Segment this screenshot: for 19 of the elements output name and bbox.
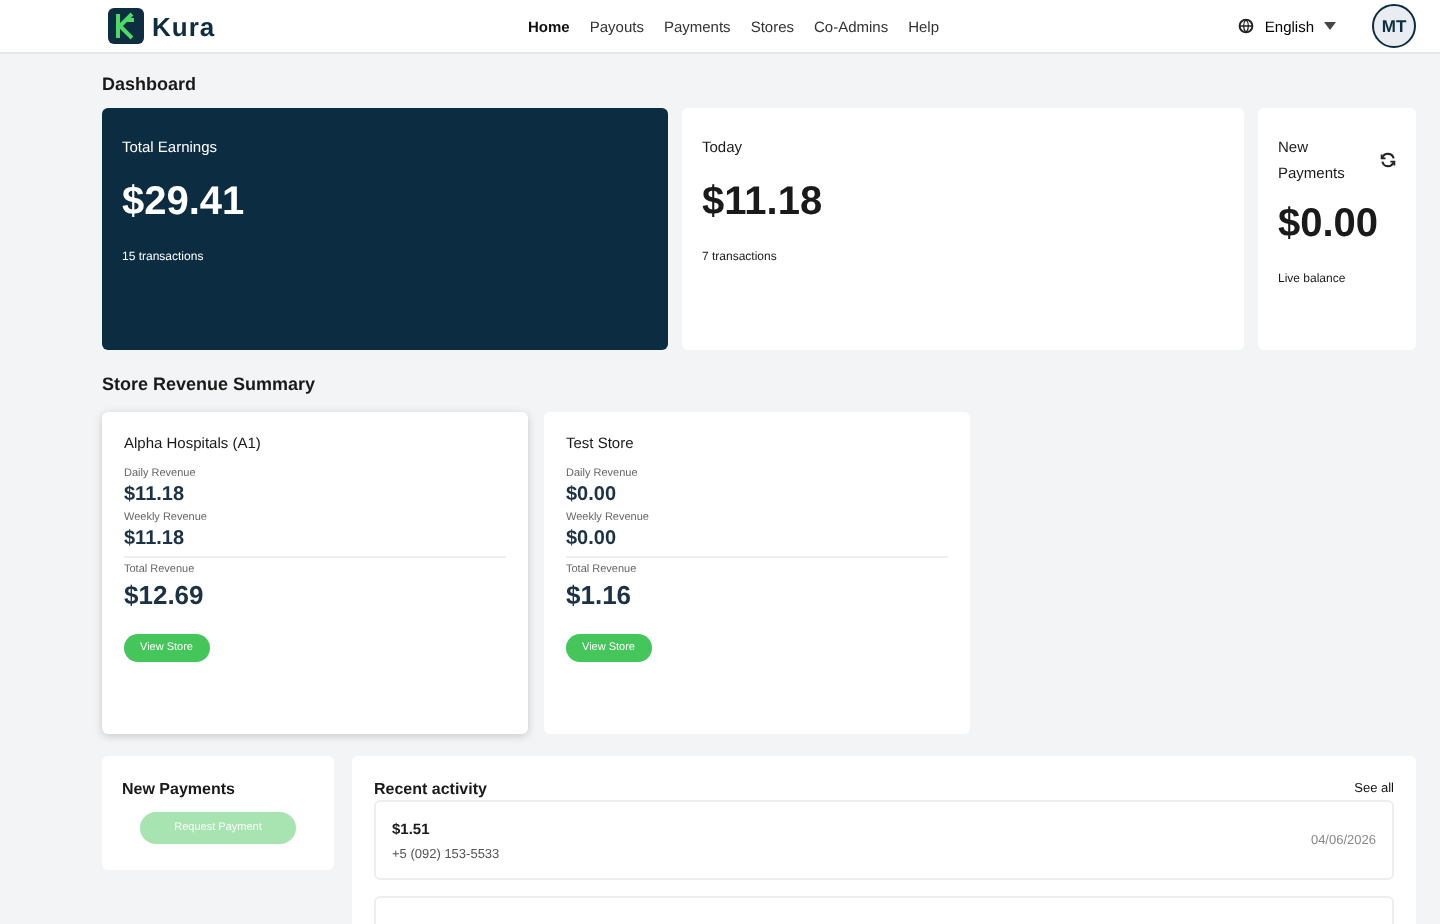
section-title: Store Revenue Summary: [102, 372, 318, 398]
revenue-value: $12.69: [124, 580, 206, 610]
brand-name: Kura: [152, 11, 216, 41]
revenue-value: $11.18: [124, 484, 187, 506]
logo-icon: [108, 8, 144, 44]
refresh-icon[interactable]: [1380, 152, 1396, 168]
card-title: Recent activity: [374, 780, 487, 798]
revenue-value: $0.00: [566, 528, 619, 550]
page-title: Dashboard: [102, 72, 199, 98]
stat-amount: $11.18: [702, 180, 825, 226]
revenue-value: $11.18: [124, 528, 187, 550]
card-title: New Payments: [122, 780, 237, 798]
revenue-value: $1.16: [566, 580, 634, 610]
avatar[interactable]: MT: [1372, 4, 1416, 48]
revenue-value: $0.00: [566, 484, 619, 506]
stat-amount: $29.41: [122, 180, 247, 226]
caret-icon: [1324, 22, 1336, 30]
stat-amount: $0.00: [1278, 202, 1381, 248]
globe-icon: [1238, 18, 1255, 34]
